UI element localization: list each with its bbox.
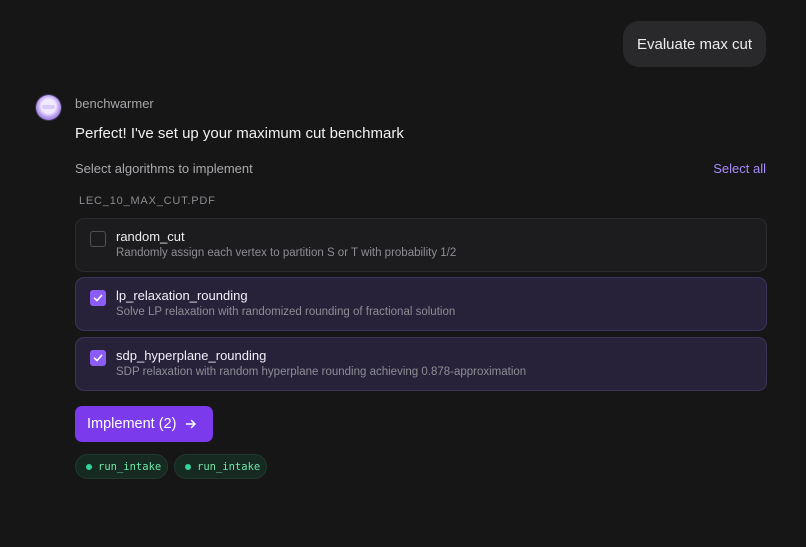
implement-button[interactable]: Implement (2): [75, 406, 213, 442]
checkbox-checked[interactable]: [90, 290, 106, 306]
algorithm-option-random-cut[interactable]: random_cut Randomly assign each vertex t…: [75, 218, 767, 272]
option-title: lp_relaxation_rounding: [116, 288, 248, 303]
option-description: Randomly assign each vertex to partition…: [116, 247, 457, 259]
select-all-link[interactable]: Select all: [713, 161, 766, 176]
user-message-bubble: Evaluate max cut: [623, 21, 766, 67]
avatar-glyph: [42, 105, 55, 109]
option-title: sdp_hyperplane_rounding: [116, 348, 267, 363]
bot-message: Perfect! I've set up your maximum cut be…: [75, 125, 404, 142]
arrow-right-icon: [185, 418, 197, 430]
tool-call-label: run_intake: [98, 460, 162, 473]
option-title: random_cut: [116, 229, 185, 244]
bot-name: benchwarmer: [75, 96, 154, 111]
checkbox-unchecked[interactable]: [90, 231, 106, 247]
user-message-text: Evaluate max cut: [636, 35, 753, 53]
algorithm-option-sdp-hyperplane-rounding[interactable]: sdp_hyperplane_rounding SDP relaxation w…: [75, 337, 767, 391]
check-icon: [93, 354, 103, 362]
status-dot-icon: [185, 463, 191, 470]
tool-call-badge[interactable]: run_intake: [174, 454, 267, 479]
bot-avatar: [36, 95, 61, 120]
option-description: SDP relaxation with random hyperplane ro…: [116, 366, 527, 378]
check-icon: [93, 294, 103, 302]
tool-call-badge[interactable]: run_intake: [75, 454, 168, 479]
tool-call-label: run_intake: [197, 460, 261, 473]
algorithm-option-lp-relaxation-rounding[interactable]: lp_relaxation_rounding Solve LP relaxati…: [75, 277, 767, 331]
implement-button-label: Implement (2): [87, 416, 177, 432]
status-dot-icon: [86, 463, 92, 470]
algorithms-section-label: Select algorithms to implement: [75, 161, 253, 176]
source-file-label: LEC_10_MAX_CUT.PDF: [79, 195, 216, 207]
checkbox-checked[interactable]: [90, 350, 106, 366]
option-description: Solve LP relaxation with randomized roun…: [116, 306, 456, 318]
